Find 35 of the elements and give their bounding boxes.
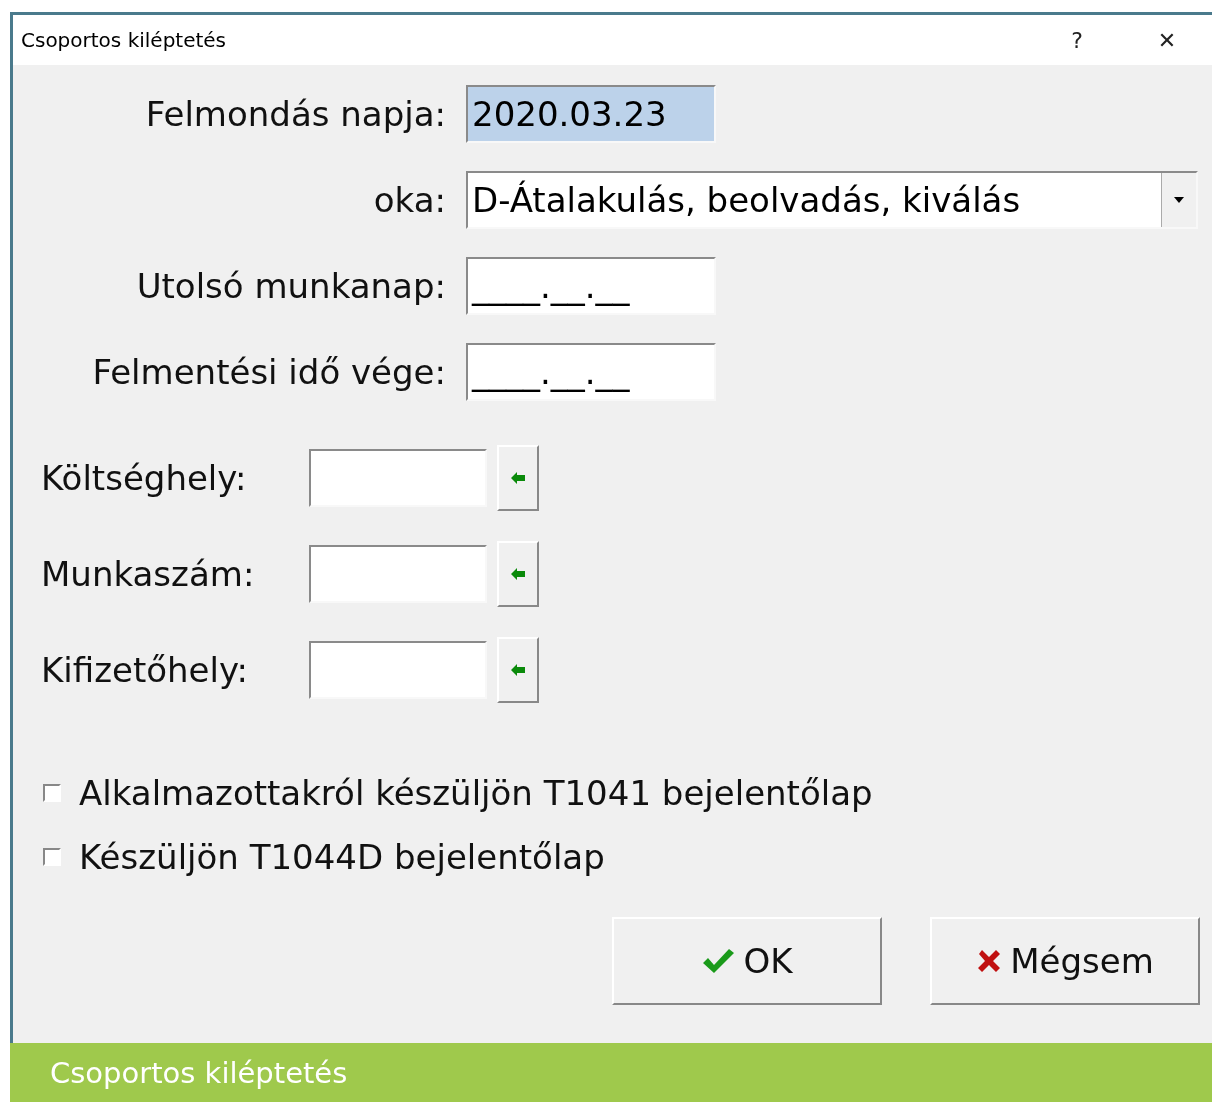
- field-label: Munkaszám:: [41, 554, 256, 594]
- ok-button[interactable]: OK: [612, 917, 882, 1005]
- input-field[interactable]: [309, 449, 487, 507]
- field-label: oka:: [372, 180, 446, 220]
- dropdown-value: D-Átalakulás, beolvadás, kiválás: [472, 180, 1021, 220]
- cancel-button[interactable]: Mégsem: [930, 917, 1200, 1005]
- help-button[interactable]: ?: [1032, 15, 1122, 65]
- field-label: Felmondás napja:: [144, 94, 446, 134]
- cross-icon: [976, 948, 1003, 974]
- picker-button[interactable]: [497, 637, 539, 703]
- field-label: Felmentési idő vége:: [91, 352, 446, 392]
- left-arrow-icon: [511, 568, 525, 580]
- field-label: Kifizetőhely:: [41, 650, 250, 690]
- left-arrow-icon: [511, 472, 525, 484]
- dropdown[interactable]: D-Átalakulás, beolvadás, kiválás: [466, 171, 1198, 229]
- window-title: Csoportos kiléptetés: [21, 28, 228, 52]
- date-field[interactable]: ____.__.__: [466, 257, 716, 315]
- left-arrow-icon: [511, 664, 525, 676]
- checkbox-label: Alkalmazottakról készüljön T1041 bejelentőlap: [79, 773, 873, 813]
- picker-button[interactable]: [497, 541, 539, 607]
- check-icon: [701, 947, 736, 975]
- field-label: Utolsó munkanap:: [135, 266, 446, 306]
- input-field[interactable]: [309, 641, 487, 699]
- dropdown-button[interactable]: [1161, 173, 1196, 227]
- date-field[interactable]: ____.__.__: [466, 343, 716, 401]
- caret-icon: [1174, 197, 1184, 203]
- picker-button[interactable]: [497, 445, 539, 511]
- checkbox-label: Készüljön T1044D bejelentőlap: [79, 837, 605, 877]
- checkbox[interactable]: [43, 784, 61, 802]
- checkbox[interactable]: [43, 848, 61, 866]
- date-field[interactable]: 2020.03.23: [466, 85, 716, 143]
- close-button[interactable]: ✕: [1122, 15, 1212, 65]
- status-text: Csoportos kiléptetés: [50, 1055, 348, 1090]
- input-field[interactable]: [309, 545, 487, 603]
- field-label: Költséghely:: [41, 458, 248, 498]
